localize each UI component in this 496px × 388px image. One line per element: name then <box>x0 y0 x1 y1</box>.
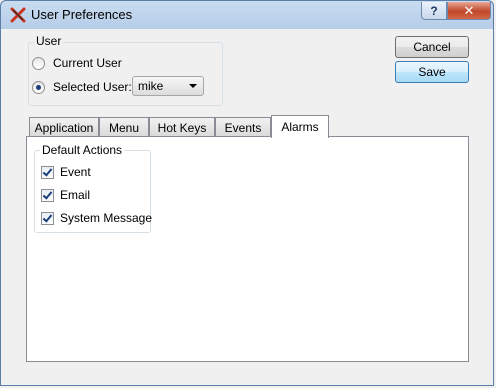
cancel-button[interactable]: Cancel <box>395 36 469 58</box>
help-button[interactable]: ? <box>421 2 447 20</box>
save-button[interactable]: Save <box>395 61 469 83</box>
close-button[interactable]: ✕ <box>447 2 491 20</box>
current-user-label: Current User <box>53 56 122 70</box>
app-x-icon <box>10 7 26 23</box>
selected-user-label: Selected User: <box>53 80 132 94</box>
tab-menu[interactable]: Menu <box>99 117 149 137</box>
help-icon: ? <box>430 3 438 18</box>
chevron-down-icon <box>189 84 197 88</box>
event-checkbox-row[interactable]: Event <box>41 165 91 179</box>
current-user-radio[interactable] <box>32 56 45 70</box>
event-checkbox[interactable] <box>41 165 54 179</box>
tab-alarms[interactable]: Alarms <box>271 115 329 138</box>
selected-user-radio-row[interactable]: Selected User: <box>32 80 132 94</box>
title-bar[interactable]: User Preferences ? ✕ <box>1 1 495 29</box>
user-group-box <box>28 42 223 106</box>
email-checkbox[interactable] <box>41 188 54 202</box>
email-label: Email <box>60 188 91 202</box>
window-title: User Preferences <box>31 7 133 22</box>
selected-user-radio[interactable] <box>32 80 45 94</box>
tab-events[interactable]: Events <box>215 117 271 137</box>
selected-user-value: mike <box>138 79 164 93</box>
dialog-content: User Current User Selected User: mike Ca… <box>8 29 488 381</box>
default-actions-label: Default Actions <box>40 143 125 157</box>
tab-hot-keys[interactable]: Hot Keys <box>149 117 215 137</box>
current-user-radio-row[interactable]: Current User <box>32 56 122 70</box>
system-message-label: System Message <box>60 211 153 225</box>
selected-user-dropdown[interactable]: mike <box>132 76 204 96</box>
system-message-checkbox[interactable] <box>41 211 54 225</box>
event-label: Event <box>60 165 91 179</box>
user-group-label: User <box>34 34 64 48</box>
system-message-checkbox-row[interactable]: System Message <box>41 211 152 225</box>
tab-application[interactable]: Application <box>29 117 99 137</box>
email-checkbox-row[interactable]: Email <box>41 188 90 202</box>
user-preferences-window: User Preferences ? ✕ User Current User S… <box>0 0 494 386</box>
close-icon: ✕ <box>463 2 475 18</box>
alarms-tab-panel: Default Actions Event Email System Messa… <box>26 136 469 362</box>
